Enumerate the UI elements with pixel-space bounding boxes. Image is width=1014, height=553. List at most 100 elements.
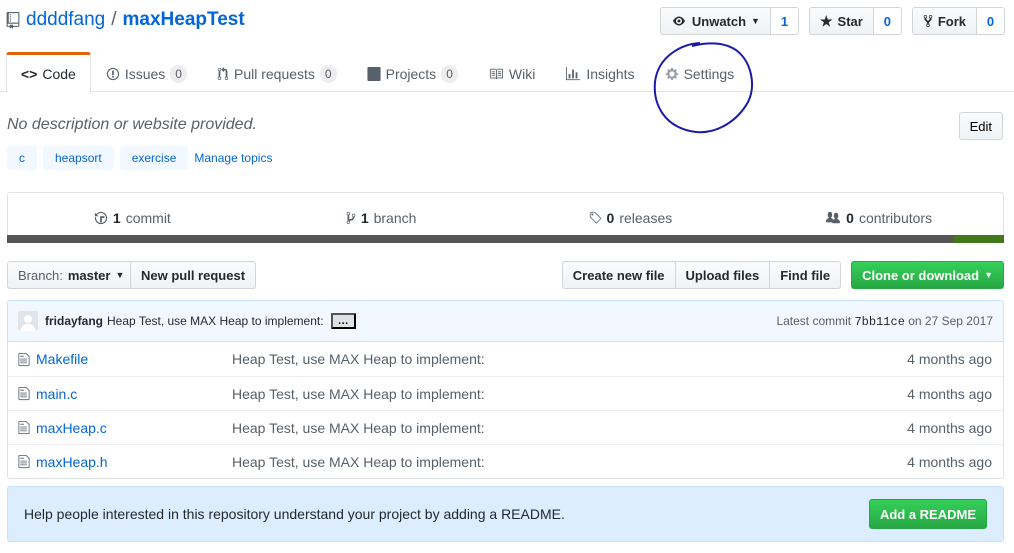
repo-actions: Unwatch ▼ 1 ★ Star 0 Fork 0 — [659, 7, 1005, 35]
file-name-link[interactable]: main.c — [36, 386, 232, 402]
topic-tag[interactable]: heapsort — [43, 146, 114, 170]
repo-description: No description or website provided. — [7, 116, 257, 133]
caret-down-icon: ▼ — [115, 270, 125, 280]
add-readme-button[interactable]: Add a README — [868, 499, 987, 529]
file-commit-message[interactable]: Heap Test, use MAX Heap to implement: — [232, 420, 907, 436]
branches-count: 1 — [360, 210, 369, 226]
file-commit-message[interactable]: Heap Test, use MAX Heap to implement: — [232, 351, 907, 367]
book-icon — [489, 68, 503, 79]
commit-date: on 27 Sep 2017 — [908, 313, 993, 328]
forks-count[interactable]: 0 — [977, 7, 1005, 35]
avatar[interactable] — [18, 311, 38, 331]
file-icon — [8, 352, 36, 367]
clone-label: Clone or download — [862, 267, 980, 283]
pull-requests-counter: 0 — [319, 64, 337, 83]
branch-label: Branch: — [18, 267, 63, 283]
file-commit-message[interactable]: Heap Test, use MAX Heap to implement: — [232, 386, 907, 402]
file-age: 4 months ago — [907, 453, 992, 470]
topic-tag[interactable]: exercise — [119, 146, 189, 170]
new-pull-request-button[interactable]: New pull request — [130, 261, 257, 289]
issues-counter: 0 — [170, 64, 187, 83]
file-age: 4 months ago — [907, 419, 992, 436]
commits-count: 1 — [112, 210, 121, 226]
graph-icon — [566, 66, 581, 80]
tab-settings-label: Settings — [683, 65, 735, 82]
upload-files-button[interactable]: Upload files — [675, 261, 771, 289]
topics-list: c heapsort exercise Manage topics — [7, 146, 272, 170]
fork-button[interactable]: Fork — [911, 7, 977, 35]
tab-projects-label: Projects — [385, 65, 437, 82]
repo-title: ddddfang / maxHeapTest — [6, 9, 245, 31]
caret-down-icon: ▼ — [751, 16, 760, 26]
expand-commit-button[interactable]: … — [330, 313, 356, 329]
contributors-count: 0 — [846, 210, 854, 226]
file-age: 4 months ago — [907, 351, 992, 367]
create-new-file-button[interactable]: Create new file — [561, 261, 676, 289]
eye-icon — [672, 16, 685, 26]
tab-wiki-label: Wiki — [508, 65, 536, 82]
language-segment — [7, 235, 955, 243]
branches-label: branch — [373, 210, 417, 226]
tab-issues-label: Issues — [124, 65, 166, 82]
repo-header: ddddfang / maxHeapTest Unwatch ▼ 1 ★ Sta… — [0, 0, 1014, 134]
table-row: maxHeap.c Heap Test, use MAX Heap to imp… — [8, 410, 1003, 444]
file-age: 4 months ago — [907, 385, 992, 402]
edit-description-button[interactable]: Edit — [958, 112, 1003, 140]
readme-prompt: Help people interested in this repositor… — [7, 486, 1004, 542]
stars-count[interactable]: 0 — [873, 7, 902, 35]
star-group: ★ Star 0 — [808, 7, 902, 35]
topic-tag[interactable]: c — [7, 146, 37, 170]
file-name-link[interactable]: maxHeap.h — [36, 454, 232, 470]
unwatch-button[interactable]: Unwatch ▼ — [659, 7, 771, 35]
star-button[interactable]: ★ Star — [808, 7, 874, 35]
commits-label: commit — [125, 210, 171, 226]
repo-name-link[interactable]: maxHeapTest — [123, 9, 245, 31]
file-icon — [8, 420, 36, 435]
file-icon — [8, 454, 36, 469]
file-name-link[interactable]: maxHeap.c — [36, 420, 232, 436]
language-segment — [954, 235, 1004, 243]
file-actions: Create new file Upload files Find file C… — [561, 261, 1004, 289]
gear-icon — [665, 67, 678, 80]
clone-download-button[interactable]: Clone or download ▼ — [851, 261, 1004, 289]
releases-count: 0 — [606, 210, 615, 226]
language-bar[interactable] — [7, 235, 1004, 243]
star-label: Star — [837, 13, 863, 29]
latest-commit-info: Latest commit 7bb11ce on 27 Sep 2017 — [776, 314, 993, 329]
repo-nav: <> Code Issues 0 Pull requests 0 Project… — [6, 52, 750, 93]
file-icon — [8, 386, 36, 401]
watchers-count[interactable]: 1 — [770, 7, 799, 35]
tab-insights[interactable]: Insights — [550, 52, 649, 92]
table-row: maxHeap.h Heap Test, use MAX Heap to imp… — [8, 444, 1003, 478]
tab-insights-label: Insights — [586, 65, 635, 82]
commit-author-link[interactable]: fridayfang — [45, 314, 103, 328]
find-file-button[interactable]: Find file — [770, 261, 842, 289]
tab-settings[interactable]: Settings — [650, 52, 750, 92]
tab-code[interactable]: <> Code — [6, 52, 91, 93]
caret-down-icon: ▼ — [984, 270, 993, 280]
tab-issues[interactable]: Issues 0 — [91, 52, 202, 92]
repo-owner-link[interactable]: ddddfang — [26, 9, 105, 31]
latest-commit-bar: fridayfang Heap Test, use MAX Heap to im… — [7, 300, 1004, 342]
commit-sha-link[interactable]: 7bb11ce — [854, 315, 904, 329]
readme-prompt-text: Help people interested in this repositor… — [24, 506, 565, 522]
tab-pull-requests-label: Pull requests — [233, 65, 315, 82]
contributors-label: contributors — [858, 210, 933, 226]
manage-topics-link[interactable]: Manage topics — [194, 151, 272, 165]
repo-separator: / — [111, 9, 117, 30]
tab-pull-requests[interactable]: Pull requests 0 — [202, 52, 352, 92]
tab-wiki[interactable]: Wiki — [473, 52, 550, 92]
projects-counter: 0 — [441, 64, 458, 83]
file-name-link[interactable]: Makefile — [36, 351, 232, 367]
branch-select-button[interactable]: Branch: master ▼ — [7, 261, 136, 289]
avatar-icon — [18, 311, 38, 331]
commit-message-link[interactable]: Heap Test, use MAX Heap to implement: — [107, 314, 324, 328]
file-commit-message[interactable]: Heap Test, use MAX Heap to implement: — [232, 454, 907, 470]
tab-projects[interactable]: Projects 0 — [352, 52, 473, 92]
fork-icon — [923, 14, 933, 28]
fork-label: Fork — [937, 13, 966, 29]
table-row: Makefile Heap Test, use MAX Heap to impl… — [8, 342, 1003, 376]
issue-icon — [106, 67, 119, 80]
history-icon — [94, 211, 108, 225]
repo-icon — [6, 11, 20, 29]
